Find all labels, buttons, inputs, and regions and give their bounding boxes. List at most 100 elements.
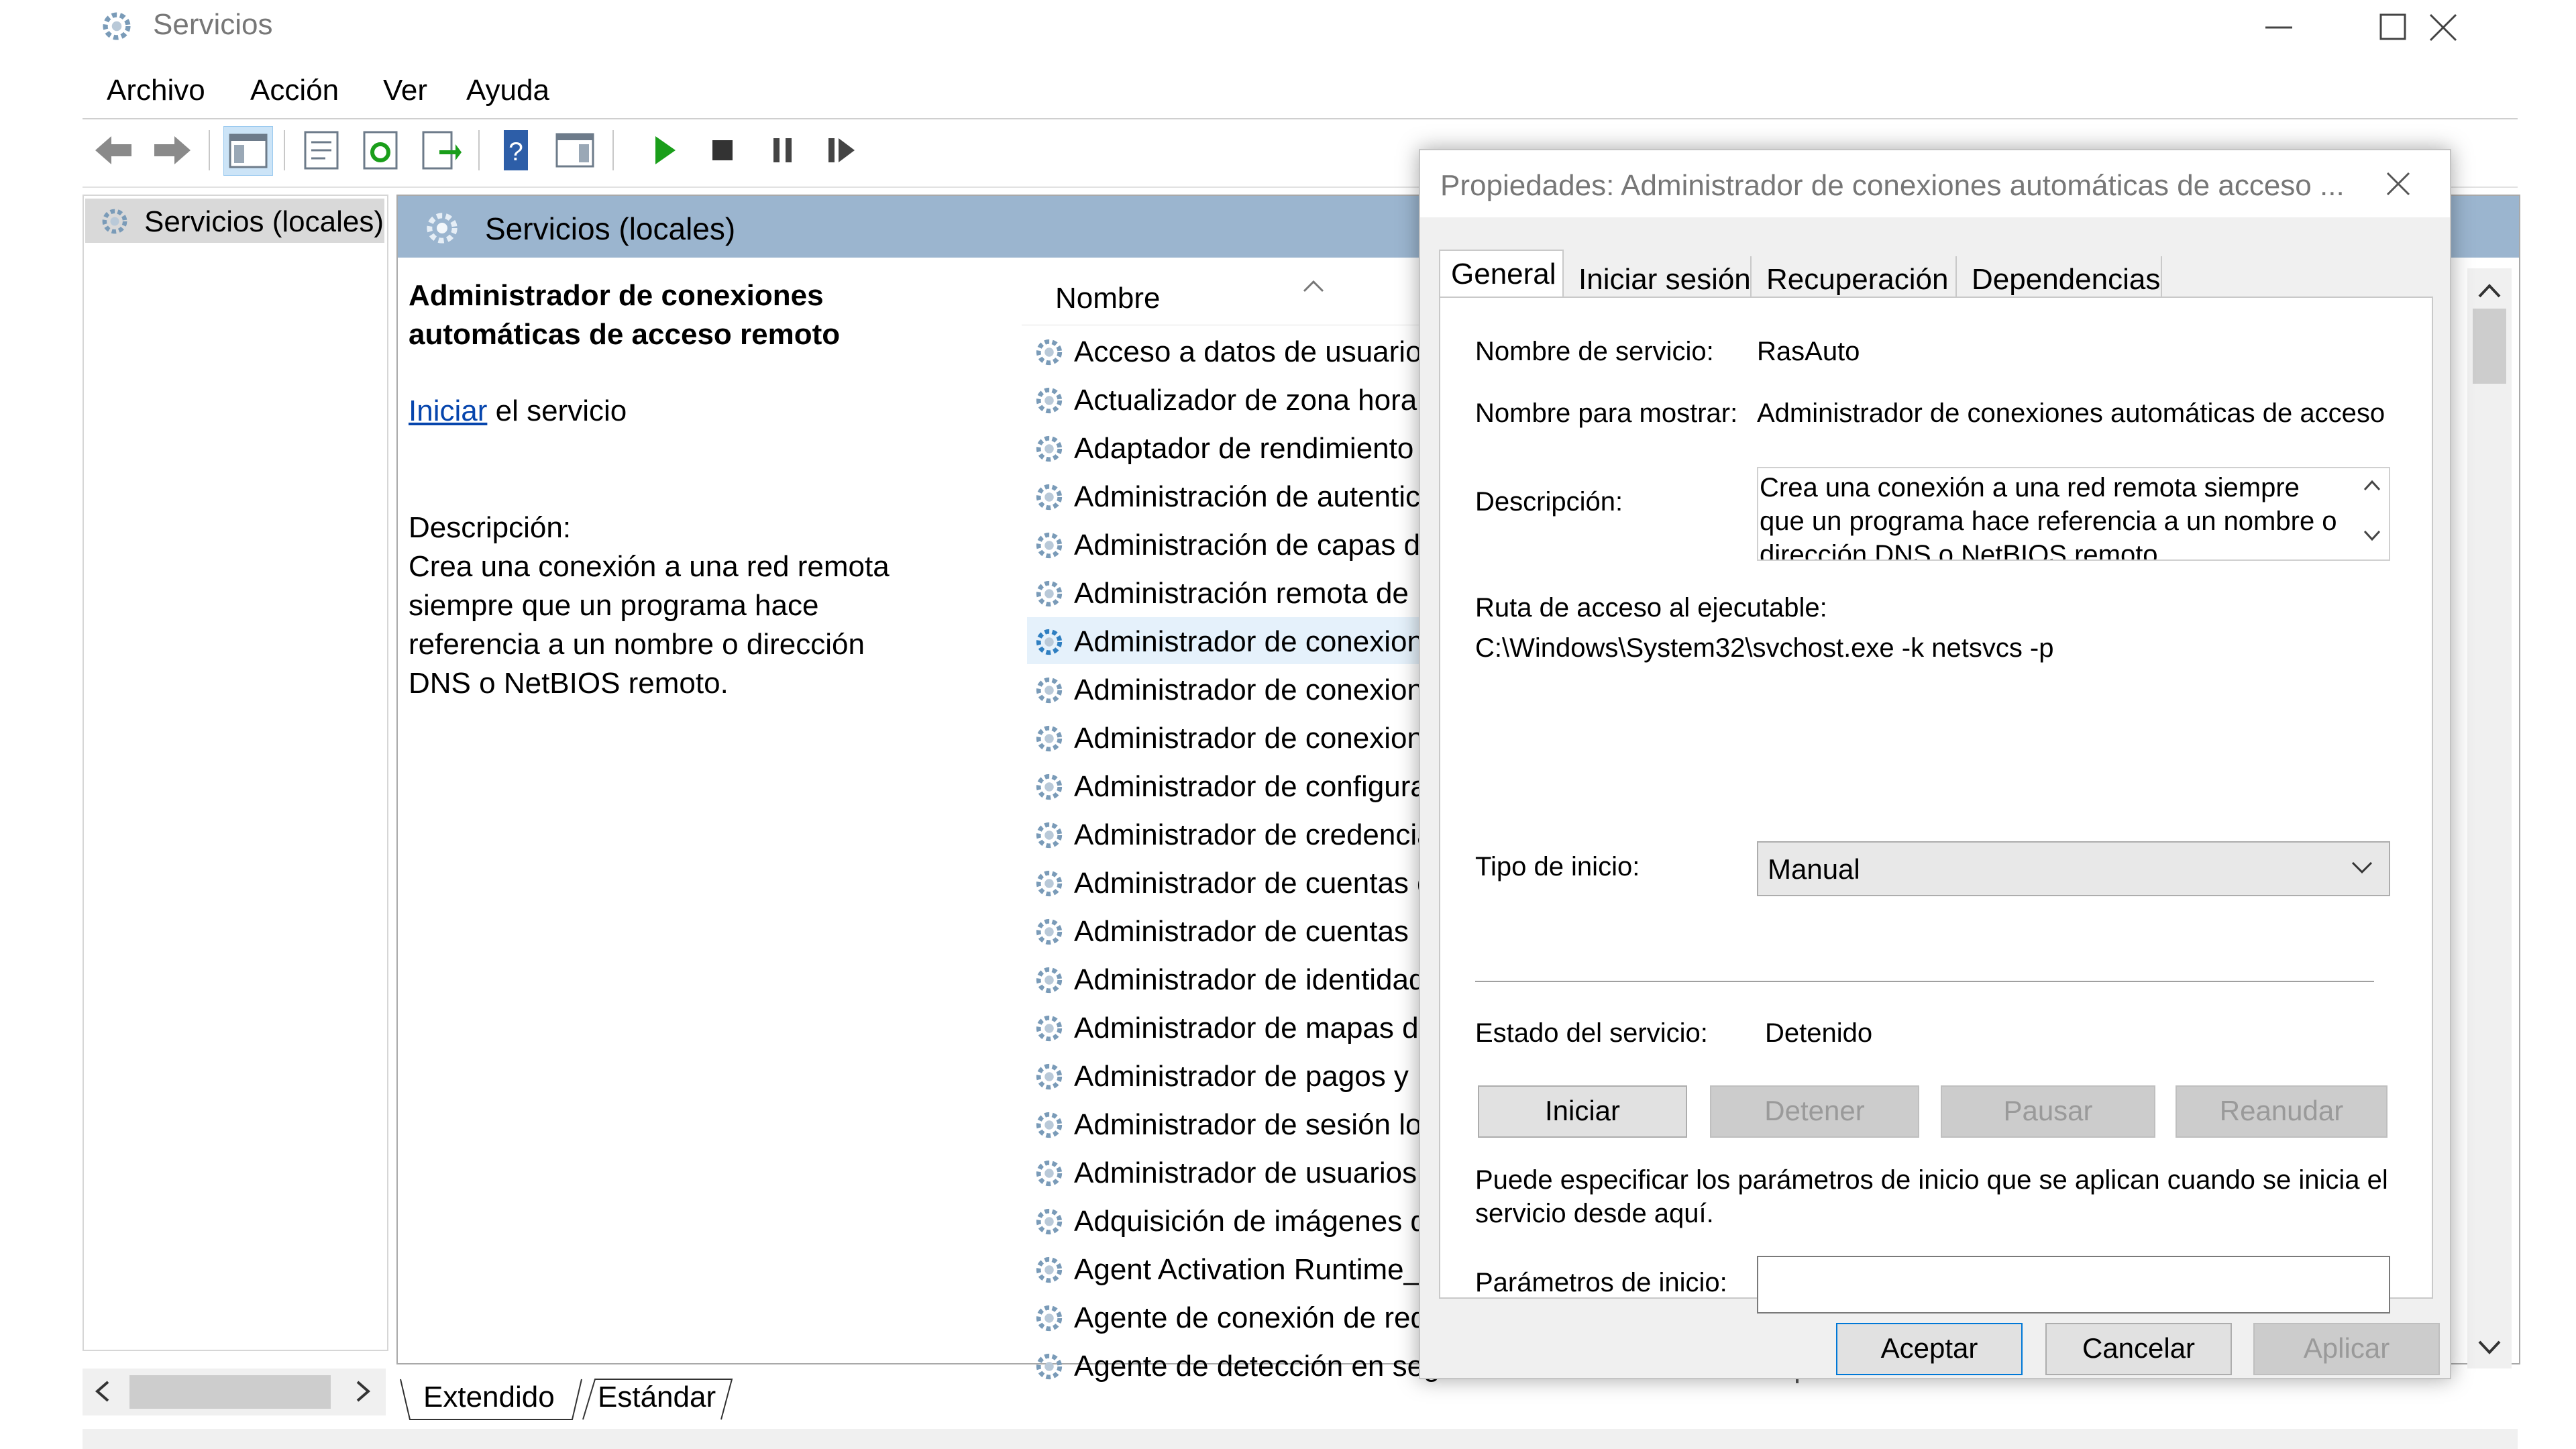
close-button[interactable] [2383, 0, 2498, 54]
scroll-down-icon[interactable] [2362, 526, 2382, 546]
close-icon [2386, 172, 2410, 196]
chevron-down-icon [2351, 861, 2373, 874]
scroll-left-icon[interactable] [91, 1379, 115, 1403]
properties-sheet-icon[interactable] [297, 126, 345, 174]
menu-ver[interactable]: Ver [383, 74, 427, 107]
service-name: Agente de detección en seg... [1074, 1350, 1465, 1383]
apply-button[interactable]: Aplicar [2253, 1323, 2440, 1375]
refresh-icon[interactable] [356, 126, 405, 174]
service-gear-icon [1036, 532, 1063, 559]
service-name: Administrador de mapas de... [1074, 1012, 1460, 1044]
general-tab-page: Nombre de servicio: RasAuto Nombre para … [1439, 297, 2433, 1313]
scrollbar-thumb[interactable] [2473, 309, 2506, 384]
service-name: Administrador de cuentas d... [1074, 867, 1458, 900]
toolbar-separator [612, 130, 614, 170]
service-gear-icon [1036, 339, 1063, 366]
service-name: Acceso a datos de usuarios_... [1074, 335, 1478, 368]
service-gear-icon [1036, 1256, 1063, 1283]
service-gear-icon [1036, 773, 1063, 800]
service-gear-icon [1036, 1208, 1063, 1235]
back-arrow-icon[interactable] [89, 126, 138, 174]
service-name: Administración de autentic... [1074, 480, 1445, 513]
section-divider [1475, 981, 2374, 982]
ok-button[interactable]: Aceptar [1836, 1323, 2023, 1375]
service-name: Adquisición de imágenes d... [1074, 1205, 1452, 1238]
restart-icon[interactable] [816, 126, 865, 174]
service-name-value: RasAuto [1757, 337, 1860, 366]
pause-icon[interactable] [757, 126, 806, 174]
service-name: Actualizador de zona horari... [1074, 384, 1458, 417]
dialog-close-button[interactable] [2378, 164, 2432, 207]
dialog-title-bar: Propiedades: Administrador de conexiones… [1420, 150, 2450, 217]
console-tree-icon[interactable] [223, 126, 273, 176]
tab-recuperacion[interactable]: Recuperación [1756, 256, 1957, 298]
description-textbox[interactable]: Crea una conexión a una red remota siemp… [1757, 467, 2390, 561]
services-gear-icon [427, 213, 458, 244]
export-list-icon[interactable] [415, 126, 464, 174]
main-vertical-scrollbar[interactable] [2467, 268, 2512, 1368]
service-name: Administrador de conexion... [1074, 674, 1448, 706]
action-pane-icon[interactable] [551, 126, 599, 174]
play-icon[interactable] [639, 126, 688, 174]
tab-estandar[interactable]: Estándar [598, 1381, 716, 1414]
scroll-up-icon[interactable] [2362, 475, 2382, 495]
start-button[interactable]: Iniciar [1478, 1085, 1687, 1138]
scroll-down-icon[interactable] [2477, 1335, 2502, 1360]
display-name-label: Nombre para mostrar: [1475, 398, 1738, 428]
column-header-name[interactable]: Nombre [1055, 282, 1161, 315]
tree-item-services-local[interactable]: Servicios (locales) [85, 199, 384, 243]
service-name: Administración de capas de... [1074, 529, 1462, 561]
start-service-suffix: el servicio [487, 394, 627, 427]
title-bar: Servicios [83, 0, 2518, 54]
start-params-hint: Puede especificar los parámetros de inic… [1475, 1165, 2388, 1228]
scroll-right-icon[interactable] [351, 1379, 375, 1403]
service-gear-icon [1036, 435, 1063, 462]
service-gear-icon [1036, 629, 1063, 655]
tab-dependencias[interactable]: Dependencias [1961, 256, 2162, 298]
tab-extendido[interactable]: Extendido [423, 1381, 555, 1414]
selected-service-title: Administrador de conexiones automáticas … [409, 279, 841, 351]
console-tree: Servicios (locales) [83, 195, 388, 1351]
service-name: Administrador de pagos y ... [1074, 1060, 1442, 1093]
minimize-button[interactable] [2222, 0, 2337, 54]
service-gear-icon [1036, 1112, 1063, 1138]
service-name-label: Nombre de servicio: [1475, 337, 1714, 366]
cancel-button[interactable]: Cancelar [2045, 1323, 2232, 1375]
menu-archivo[interactable]: Archivo [107, 74, 205, 107]
startup-type-label: Tipo de inicio: [1475, 852, 1640, 881]
startup-type-select[interactable]: Manual [1757, 841, 2390, 896]
service-gear-icon [1036, 918, 1063, 945]
description-text: Crea una conexión a una red remota siemp… [1760, 473, 2337, 561]
tab-general[interactable]: General [1439, 250, 1564, 299]
resume-button[interactable]: Reanudar [2176, 1085, 2387, 1138]
startup-type-value: Manual [1768, 853, 1860, 885]
scrollbar-thumb[interactable] [129, 1375, 331, 1409]
sort-ascending-icon [1303, 280, 1324, 292]
tab-iniciar-sesion[interactable]: Iniciar sesión [1568, 256, 1752, 298]
forward-arrow-icon[interactable] [148, 126, 197, 174]
display-name-value: Administrador de conexiones automáticas … [1757, 398, 2385, 428]
service-gear-icon [1036, 822, 1063, 849]
menu-accion[interactable]: Acción [250, 74, 339, 107]
service-gear-icon [1036, 677, 1063, 704]
service-name: Agente de conexión de red [1074, 1301, 1427, 1334]
stop-button[interactable]: Detener [1710, 1085, 1919, 1138]
tree-horizontal-scrollbar[interactable] [83, 1368, 386, 1415]
service-gear-icon [1036, 1015, 1063, 1042]
scroll-up-icon[interactable] [2477, 278, 2502, 303]
menu-ayuda[interactable]: Ayuda [466, 74, 549, 107]
start-service-link[interactable]: Iniciar [409, 394, 487, 427]
close-icon [2429, 13, 2457, 42]
service-status-value: Detenido [1765, 1018, 1873, 1048]
pause-button[interactable]: Pausar [1941, 1085, 2155, 1138]
stop-icon[interactable] [698, 126, 747, 174]
start-params-input[interactable] [1757, 1256, 2390, 1313]
service-gear-icon [1036, 1353, 1063, 1380]
tree-item-label: Servicios (locales) [144, 205, 384, 238]
service-name: Administración remota de ... [1074, 577, 1442, 610]
status-bar [83, 1429, 2518, 1449]
description-label: Descripción: [409, 511, 572, 544]
service-name: Administrador de credencia... [1074, 818, 1458, 851]
service-name: Administrador de conexion... [1074, 625, 1448, 658]
help-icon[interactable]: ? [492, 126, 540, 174]
